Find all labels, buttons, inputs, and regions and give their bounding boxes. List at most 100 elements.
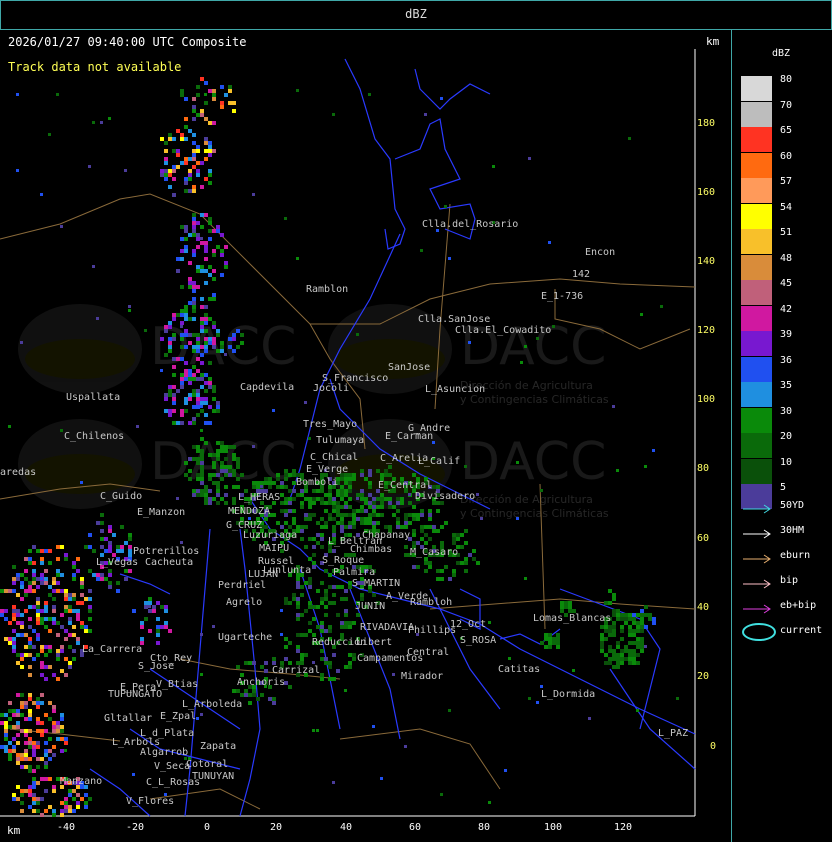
radar-echo-cell bbox=[216, 481, 220, 485]
radar-echo-cell bbox=[100, 121, 103, 124]
radar-echo-cell bbox=[200, 353, 204, 357]
radar-echo-cell bbox=[636, 709, 639, 712]
radar-echo-cell bbox=[180, 237, 184, 241]
radar-echo-cell bbox=[40, 721, 44, 725]
radar-echo-cell bbox=[632, 617, 636, 621]
radar-echo-cell bbox=[120, 545, 124, 549]
radar-echo-cell bbox=[128, 305, 131, 308]
radar-echo-cell bbox=[148, 629, 152, 633]
radar-echo-cell bbox=[572, 669, 575, 672]
radar-echo-cell bbox=[32, 785, 36, 789]
radar-echo-cell bbox=[20, 573, 24, 577]
radar-echo-cell bbox=[620, 657, 624, 661]
radar-echo-cell bbox=[376, 521, 380, 525]
radar-echo-cell bbox=[84, 801, 88, 805]
radar-echo-cell bbox=[196, 369, 200, 373]
radar-echo-cell bbox=[56, 557, 60, 561]
radar-echo-cell bbox=[300, 489, 304, 493]
radar-echo-cell bbox=[344, 625, 348, 629]
radar-echo-cell bbox=[200, 453, 204, 457]
radar-echo-cell bbox=[24, 577, 28, 581]
radar-echo-cell bbox=[632, 649, 636, 653]
radar-echo-cell bbox=[328, 601, 332, 605]
radar-echo-cell bbox=[124, 541, 128, 545]
radar-echo-cell bbox=[108, 545, 112, 549]
radar-echo-cell bbox=[8, 641, 12, 645]
radar-echo-cell bbox=[32, 797, 36, 801]
place-label: Catitas bbox=[498, 664, 541, 675]
radar-echo-cell bbox=[88, 165, 91, 168]
radar-echo-cell bbox=[16, 753, 20, 757]
place-label: Uspallata bbox=[66, 392, 121, 403]
radar-echo-cell bbox=[608, 625, 612, 629]
radar-echo-cell bbox=[256, 485, 260, 489]
radar-map[interactable]: DACC DACC Dirección de Agricultura y Con… bbox=[0, 29, 732, 842]
place-label: MENDOZA bbox=[228, 506, 271, 517]
radar-echo-cell bbox=[24, 633, 28, 637]
radar-echo-cell bbox=[52, 581, 56, 585]
radar-echo-cell bbox=[20, 625, 24, 629]
legend-swatch-label: 36 bbox=[780, 354, 793, 366]
radar-echo-cell bbox=[460, 533, 464, 537]
radar-echo-cell bbox=[64, 629, 68, 633]
radar-echo-cell bbox=[328, 677, 332, 681]
radar-echo-cell bbox=[64, 737, 68, 741]
radar-echo-cell bbox=[268, 485, 272, 489]
radar-echo-cell bbox=[216, 245, 220, 249]
radar-echo-cell bbox=[180, 381, 184, 385]
radar-echo-cell bbox=[212, 409, 216, 413]
radar-echo-cell bbox=[232, 333, 236, 337]
radar-echo-cell bbox=[328, 585, 332, 589]
radar-echo-cell bbox=[88, 605, 92, 609]
radar-echo-cell bbox=[312, 545, 316, 549]
radar-echo-cell bbox=[320, 517, 324, 521]
radar-echo-cell bbox=[0, 609, 4, 613]
radar-echo-cell bbox=[436, 569, 440, 573]
radar-echo-cell bbox=[340, 517, 344, 521]
radar-echo-cell bbox=[196, 393, 200, 397]
radar-echo-cell bbox=[228, 101, 232, 105]
radar-echo-cell bbox=[32, 605, 36, 609]
radar-echo-cell bbox=[32, 801, 36, 805]
radar-echo-cell bbox=[200, 437, 204, 441]
radar-echo-cell bbox=[76, 613, 80, 617]
radar-echo-cell bbox=[304, 497, 308, 501]
radar-echo-cell bbox=[16, 609, 20, 613]
radar-echo-cell bbox=[52, 745, 56, 749]
radar-echo-cell bbox=[456, 537, 460, 541]
radar-echo-cell bbox=[272, 481, 276, 485]
radar-echo-cell bbox=[52, 785, 56, 789]
radar-echo-cell bbox=[24, 569, 28, 573]
radar-echo-cell bbox=[200, 297, 204, 301]
radar-echo-cell bbox=[56, 657, 60, 661]
y-tick: 120 bbox=[697, 325, 716, 336]
radar-echo-cell bbox=[320, 673, 324, 677]
radar-echo-cell bbox=[60, 545, 64, 549]
radar-echo-cell bbox=[200, 385, 204, 389]
radar-echo-cell bbox=[12, 609, 16, 613]
radar-echo-cell bbox=[208, 169, 212, 173]
radar-echo-cell bbox=[644, 625, 648, 629]
radar-echo-cell bbox=[56, 721, 60, 725]
radar-echo-cell bbox=[404, 553, 408, 557]
place-label: C_Chical bbox=[310, 452, 359, 463]
radar-echo-cell bbox=[220, 445, 224, 449]
radar-echo-cell bbox=[36, 621, 40, 625]
place-label: Divisadero bbox=[415, 491, 476, 502]
radar-echo-cell bbox=[640, 609, 644, 613]
radar-echo-cell bbox=[320, 621, 324, 625]
radar-echo-cell bbox=[160, 337, 164, 341]
radar-echo-cell bbox=[456, 561, 460, 565]
radar-echo-cell bbox=[184, 373, 188, 377]
radar-echo-cell bbox=[172, 165, 176, 169]
radar-echo-cell bbox=[632, 621, 636, 625]
radar-echo-cell bbox=[336, 669, 340, 673]
legend-title: dBZ bbox=[772, 48, 791, 59]
radar-echo-cell bbox=[600, 649, 604, 653]
radar-echo-cell bbox=[36, 741, 40, 745]
radar-echo-cell bbox=[20, 665, 24, 669]
radar-echo-cell bbox=[444, 521, 448, 525]
radar-echo-cell bbox=[168, 173, 172, 177]
radar-echo-cell bbox=[192, 105, 196, 109]
radar-echo-cell bbox=[236, 485, 240, 489]
